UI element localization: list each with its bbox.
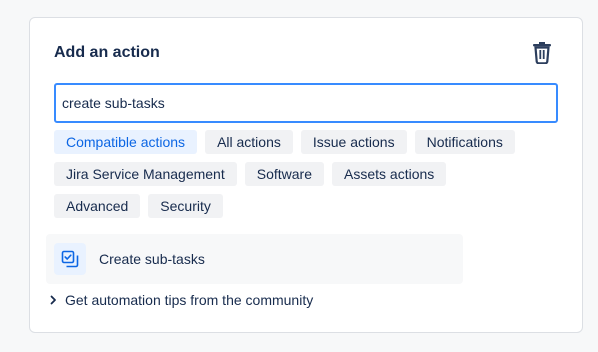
filter-all-actions[interactable]: All actions [205, 130, 293, 154]
filter-advanced[interactable]: Advanced [54, 194, 141, 218]
filter-software[interactable]: Software [244, 162, 324, 186]
filter-assets-actions[interactable]: Assets actions [332, 162, 447, 186]
result-label: Create sub-tasks [99, 251, 205, 267]
filter-jira-service-management[interactable]: Jira Service Management [54, 162, 237, 186]
filter-compatible-actions[interactable]: Compatible actions [54, 130, 198, 154]
trash-icon [533, 42, 551, 64]
chevron-right-icon [48, 294, 58, 306]
filter-issue-actions[interactable]: Issue actions [300, 130, 407, 154]
action-search-input[interactable] [54, 83, 558, 123]
result-create-sub-tasks[interactable]: Create sub-tasks [46, 234, 463, 284]
subtask-icon [54, 243, 86, 275]
panel-title: Add an action [54, 44, 160, 61]
add-action-panel: Add an action Compatible actions All act… [29, 17, 583, 333]
tips-label: Get automation tips from the community [65, 292, 314, 308]
filter-notifications[interactable]: Notifications [414, 130, 515, 154]
automation-tips-link[interactable]: Get automation tips from the community [48, 292, 313, 308]
filter-security[interactable]: Security [148, 194, 223, 218]
delete-action-button[interactable] [529, 38, 555, 66]
